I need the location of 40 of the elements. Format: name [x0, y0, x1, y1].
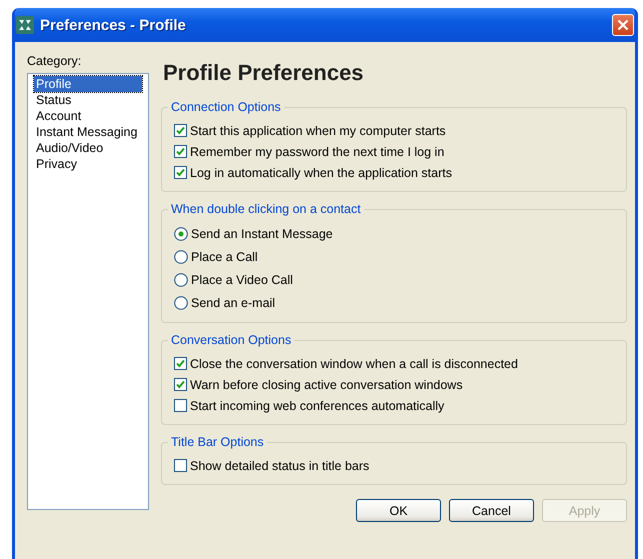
radio-label[interactable]: Place a Call: [191, 250, 258, 264]
category-item[interactable]: Status: [34, 92, 142, 108]
category-item[interactable]: Privacy: [34, 156, 142, 172]
close-button[interactable]: [612, 14, 634, 36]
group-title: Conversation Options: [170, 333, 292, 347]
checkbox-label[interactable]: Show detailed status in title bars: [190, 458, 370, 472]
category-label: Category:: [27, 54, 82, 68]
radio-label[interactable]: Send an Instant Message: [191, 226, 333, 240]
dialog-button[interactable]: Cancel: [449, 499, 534, 522]
checkbox-label[interactable]: Close the conversation window when a call is disconnected: [190, 356, 518, 370]
checkbox[interactable]: [174, 166, 187, 179]
radio-label[interactable]: Place a Video Call: [191, 272, 293, 286]
checkbox-label[interactable]: Remember my password the next time I log in: [190, 144, 444, 158]
dialog-button[interactable]: OK: [356, 499, 441, 522]
radio-button[interactable]: [174, 226, 188, 240]
checkbox[interactable]: [174, 399, 187, 412]
window-title: Preferences - Profile: [40, 16, 187, 34]
checkbox[interactable]: [174, 124, 187, 137]
category-item[interactable]: Instant Messaging: [34, 124, 142, 140]
checkbox-label[interactable]: Start this application when my computer starts: [190, 124, 446, 138]
category-item[interactable]: Profile: [34, 76, 142, 92]
checkbox[interactable]: [174, 357, 187, 370]
group-title: Connection Options: [170, 100, 282, 114]
radio-button[interactable]: [174, 296, 188, 310]
radio-button[interactable]: [174, 272, 188, 286]
checkbox[interactable]: [174, 378, 187, 391]
group-title: When double clicking on a contact: [170, 202, 362, 216]
category-item[interactable]: Account: [34, 108, 142, 124]
checkbox-label[interactable]: Log in automatically when the application starts: [190, 166, 452, 180]
checkbox[interactable]: [174, 145, 187, 158]
radio-button[interactable]: [174, 250, 188, 264]
category-item[interactable]: Audio/Video: [34, 140, 142, 156]
checkbox[interactable]: [174, 459, 187, 472]
page-heading: Profile Preferences: [163, 60, 365, 86]
close-icon: [617, 19, 629, 31]
checkbox-label[interactable]: Start incoming web conferences automatically: [190, 398, 444, 412]
radio-label[interactable]: Send an e-mail: [191, 296, 276, 310]
app-icon: [16, 16, 34, 34]
group-title: Title Bar Options: [170, 435, 265, 449]
checkbox-label[interactable]: Warn before closing active conversation windows: [190, 378, 463, 392]
